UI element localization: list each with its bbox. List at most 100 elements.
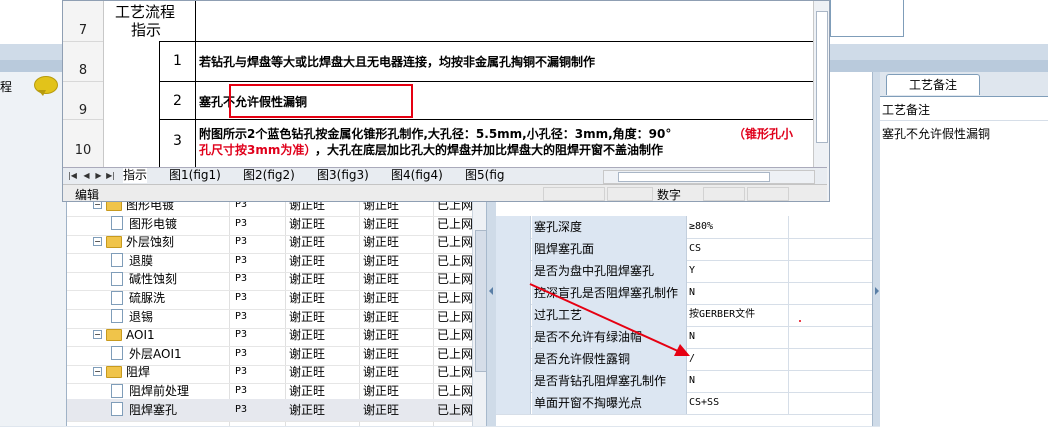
status-bar: 编辑 数字 [63,184,827,202]
sheet-tab[interactable]: 图5(fig [465,168,505,183]
sheet-tab-bar: |◀ ◀ ▶ ▶| 指示 图1(fig1) 图2(fig2) 图3(fig3) … [63,167,827,184]
property-row-header [496,238,531,260]
instruction-text[interactable]: 若钻孔与焊盘等大或比焊盘大且无电器连接，均按非金属孔掏铜不漏铜制作 [199,53,595,70]
property-unit[interactable] [788,260,873,282]
table-border [159,41,160,167]
expand-toggle-icon[interactable]: − [93,367,102,377]
table-border [159,81,813,82]
instruction-text-part[interactable]: 附图所示2个蓝色钻孔按金属化锥形孔制作,大孔径：5.5mm,小孔径：3mm,角度… [199,125,671,142]
chat-icon[interactable] [34,76,58,96]
property-value[interactable]: 按GERBER文件 [687,304,789,326]
expand-toggle-icon[interactable]: − [93,330,102,340]
last-sheet-button[interactable]: ▶| [105,169,116,182]
property-value[interactable]: N [687,326,789,348]
sheet-tab[interactable]: 指示 [123,168,148,183]
property-unit[interactable] [788,370,873,392]
property-unit[interactable] [788,392,873,414]
document-hscroll[interactable] [603,170,815,184]
tree-row[interactable]: 阻焊塞孔 P3 谢正旺 谢正旺 已上网 [67,398,487,422]
property-name: 单面开窗不掏曝光点 [532,392,687,414]
property-value[interactable]: CS+SS [687,392,789,414]
memo-body: 工艺备注 塞孔不允许假性漏铜 [880,96,1048,427]
process-memo-panel: 工艺备注 工艺备注 塞孔不允许假性漏铜 [880,72,1048,427]
row-number[interactable]: 7 [63,23,103,38]
sheet-tab[interactable]: 图4(fig4) [391,168,443,183]
row-number[interactable]: 10 [63,143,103,158]
folder-icon [106,235,122,248]
document-hscroll-thumb[interactable] [618,172,770,182]
instruction-text-part[interactable]: ，大孔在底层加比孔大的焊盘并加比焊盘大的阻焊开窗不盖油制作 [315,141,663,158]
property-unit[interactable] [788,282,873,304]
item-index: 2 [173,93,182,109]
property-row-header [496,260,531,282]
row-line [63,81,103,82]
status-cell [703,187,745,201]
collapse-right-icon[interactable] [875,287,879,295]
document-icon [111,402,123,417]
property-value[interactable]: ≥80% [687,216,789,238]
tree-row-label: 硫脲洗 [129,291,166,305]
property-row-header [496,392,531,414]
tab-process-memo[interactable]: 工艺备注 [886,74,980,95]
status-numlock: 数字 [657,188,682,202]
row-number[interactable]: 9 [63,103,103,118]
property-unit[interactable] [788,216,873,238]
property-row[interactable]: 阻焊塞孔面 CS [496,238,872,261]
property-value[interactable]: N [687,370,789,392]
tree-row-label: AOI1 [126,328,155,343]
document-icon [111,309,123,324]
process-tree: − 图形电镀 P3 谢正旺 谢正旺 已上网 图形电镀 P3 谢正旺 谢正旺 已上网 − 外层蚀刻 P3 谢正… [66,198,487,426]
property-row[interactable]: 过孔工艺 按GERBER文件 [496,304,872,327]
property-unit[interactable] [788,304,873,326]
document-window: 7 8 9 10 工艺流程 指示 1 2 3 若钻孔与焊盘等大或比焊盘大且无电器… [62,0,830,202]
property-unit[interactable] [788,348,873,370]
collapse-left-icon[interactable] [489,287,493,295]
property-row-header [496,282,531,304]
document-sheet: 7 8 9 10 工艺流程 指示 1 2 3 若钻孔与焊盘等大或比焊盘大且无电器… [63,1,813,167]
property-row[interactable]: 是否背钻孔阻焊塞孔制作 N [496,370,872,393]
property-row[interactable]: 塞孔深度 ≥80% [496,216,872,239]
tree-row-label: 外层蚀刻 [126,235,175,250]
property-name: 是否背钻孔阻焊塞孔制作 [532,370,687,392]
tree-scrollbar[interactable] [472,200,487,426]
prev-sheet-button[interactable]: ◀ [81,169,92,182]
sheet-tab[interactable]: 图2(fig2) [243,168,295,183]
memo-text[interactable]: 塞孔不允许假性漏铜 [882,125,990,142]
status-cell [747,187,789,201]
instruction-text-red[interactable]: （锥形孔小 [733,125,793,142]
instruction-text-red[interactable]: 孔尺寸按3mm为准） [199,141,316,158]
row-number[interactable]: 8 [63,63,103,78]
document-icon [111,253,123,268]
property-value[interactable]: N [687,282,789,304]
property-value[interactable]: Y [687,260,789,282]
first-sheet-button[interactable]: |◀ [67,169,78,182]
item-index: 1 [173,53,182,69]
property-name: 控深盲孔是否阻焊塞孔制作 [532,282,687,304]
document-vscroll[interactable] [813,1,828,167]
tree-row-label: 碱性蚀刻 [129,272,178,287]
property-unit[interactable] [788,326,873,348]
next-sheet-button[interactable]: ▶ [93,169,104,182]
expand-toggle-icon[interactable]: − [93,237,102,247]
property-row[interactable]: 单面开窗不掏曝光点 CS+SS [496,392,872,415]
property-value[interactable]: CS [687,238,789,260]
document-vscroll-thumb[interactable] [816,11,828,143]
sheet-tab[interactable]: 图3(fig3) [317,168,369,183]
status-cell [607,187,653,201]
highlight-box [229,84,413,118]
tree-row-label: 阻焊前处理 [129,384,190,398]
property-row[interactable]: 控深盲孔是否阻焊塞孔制作 N [496,282,872,305]
tree-row-c2: 谢正旺 [289,402,326,417]
document-icon [111,346,123,361]
tree-row-label: 退膜 [129,253,154,268]
document-icon [111,383,123,398]
left-nav-strip: 程 [0,72,66,426]
property-unit[interactable] [788,238,873,260]
property-row[interactable]: 是否不允许有绿油帽 N [496,326,872,349]
property-row[interactable]: 是否允许假性露铜 / [496,348,872,371]
property-value[interactable]: / [687,348,789,370]
sheet-tab[interactable]: 图1(fig1) [169,168,221,183]
property-row[interactable]: 是否为盘中孔阻焊塞孔 Y [496,260,872,283]
table-border [195,1,196,167]
status-cell [543,187,605,201]
